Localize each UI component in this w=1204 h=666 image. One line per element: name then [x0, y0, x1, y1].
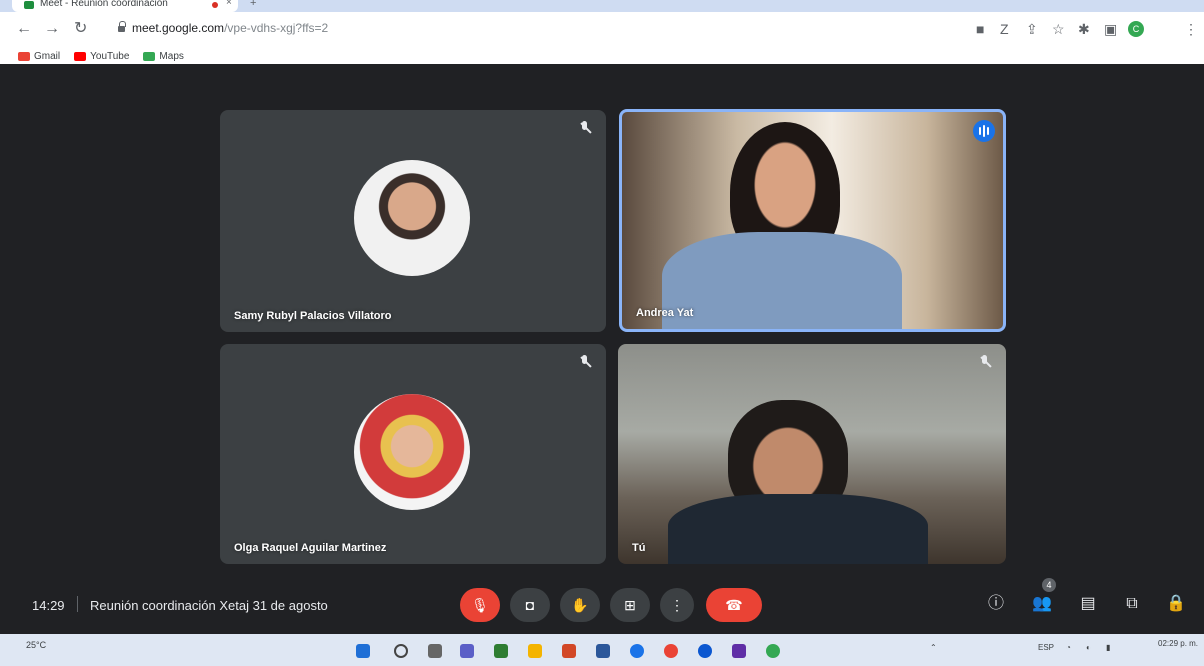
- translate-icon[interactable]: Z: [1000, 20, 1009, 38]
- extensions-icon[interactable]: ✱: [1078, 20, 1090, 38]
- video-feed-body: [662, 232, 902, 329]
- meet-control-bar: 14:29 Reunión coordinación Xetaj 31 de a…: [0, 576, 1204, 634]
- lock-icon: [118, 21, 126, 33]
- language-indicator[interactable]: ESP: [1038, 643, 1054, 652]
- chat-icon[interactable]: ▤: [1074, 590, 1102, 618]
- address-bar[interactable]: meet.google.com/vpe-vdhs-xgj?ffs=2: [108, 18, 968, 40]
- chrome-profile-icon[interactable]: [766, 644, 780, 658]
- tab-title: Meet - Reunión coordinación: [40, 0, 168, 9]
- camera-icon: ◘: [525, 597, 535, 613]
- mic-off-icon: [978, 354, 992, 370]
- participant-name: Samy Rubyl Palacios Villatoro: [234, 310, 392, 322]
- avatar: [354, 394, 470, 510]
- start-icon[interactable]: [356, 644, 370, 658]
- volume-icon[interactable]: ◐: [1086, 643, 1091, 652]
- camera-toggle-button[interactable]: ◘: [510, 588, 550, 622]
- info-icon[interactable]: ⓘ: [982, 590, 1010, 618]
- tray-chevron-icon[interactable]: ⌃: [930, 643, 937, 652]
- teams-icon[interactable]: [460, 644, 474, 658]
- people-icon[interactable]: 👥: [1028, 590, 1056, 618]
- participant-name: Tú: [632, 542, 646, 554]
- powerpoint-icon[interactable]: [562, 644, 576, 658]
- meeting-title: Reunión coordinación Xetaj 31 de agosto: [90, 598, 328, 613]
- url-text: meet.google.com/vpe-vdhs-xgj?ffs=2: [132, 21, 329, 35]
- participant-tile-active[interactable]: Andrea Yat: [619, 109, 1006, 332]
- host-controls-icon[interactable]: 🔒: [1162, 590, 1190, 618]
- participant-name: Olga Raquel Aguilar Martinez: [234, 542, 387, 554]
- system-clock[interactable]: 02:29 p. m.: [1158, 639, 1198, 649]
- speaking-indicator-icon: [973, 120, 995, 142]
- activities-icon[interactable]: ⧉: [1118, 590, 1146, 618]
- participant-tile[interactable]: Samy Rubyl Palacios Villatoro: [220, 110, 606, 332]
- edge-icon[interactable]: [630, 644, 644, 658]
- task-view-icon[interactable]: [428, 644, 442, 658]
- tab-close-button[interactable]: ×: [226, 0, 232, 8]
- bookmark-gmail[interactable]: Gmail: [18, 48, 60, 64]
- word-icon[interactable]: [596, 644, 610, 658]
- more-vert-icon: ⋮: [670, 597, 684, 613]
- raise-hand-button[interactable]: ✋: [560, 588, 600, 622]
- file-explorer-icon[interactable]: [528, 644, 542, 658]
- mic-off-icon: [578, 120, 592, 136]
- browser-toolbar: ← → ↻ meet.google.com/vpe-vdhs-xgj?ffs=2…: [0, 12, 1204, 64]
- avatar: [354, 160, 470, 276]
- hand-icon: ✋: [571, 597, 589, 613]
- participant-tile[interactable]: Olga Raquel Aguilar Martinez: [220, 344, 606, 564]
- gmail-icon: [18, 51, 30, 61]
- meet-favicon-icon: [24, 1, 34, 9]
- search-icon[interactable]: [394, 644, 408, 658]
- bookmark-star-icon[interactable]: ☆: [1052, 20, 1065, 38]
- os-taskbar: 25°C ⌃ ESP ◔ ◐ ▮ 02:29 p. m.: [0, 634, 1204, 666]
- side-panel-icon[interactable]: ▣: [1104, 20, 1117, 38]
- video-feed-body: [668, 494, 928, 564]
- hang-up-icon: ☎: [725, 597, 743, 613]
- recording-dot-icon: [212, 2, 218, 8]
- participant-name: Andrea Yat: [636, 307, 694, 319]
- present-screen-button[interactable]: ⊞: [610, 588, 650, 622]
- wifi-icon[interactable]: ◔: [1066, 643, 1071, 652]
- meet-stage: Samy Rubyl Palacios Villatoro Andrea Yat…: [0, 64, 1204, 634]
- reload-icon[interactable]: ↻: [74, 19, 87, 39]
- more-options-button[interactable]: ⋮: [660, 588, 694, 622]
- bookmark-maps[interactable]: Maps: [143, 48, 184, 64]
- back-arrow-icon[interactable]: ←: [16, 19, 32, 39]
- chrome-icon[interactable]: [664, 644, 678, 658]
- app-icon[interactable]: [732, 644, 746, 658]
- excel-icon[interactable]: [494, 644, 508, 658]
- participant-count-badge: 4: [1042, 578, 1056, 592]
- browser-app-icon[interactable]: [698, 644, 712, 658]
- forward-arrow-icon[interactable]: →: [44, 19, 60, 39]
- youtube-icon: [74, 51, 87, 61]
- mic-toggle-button[interactable]: 🎙: [460, 588, 500, 622]
- bookmark-youtube[interactable]: YouTube: [74, 48, 129, 64]
- mic-off-icon: 🎙: [471, 597, 489, 613]
- share-icon[interactable]: ⇪: [1026, 20, 1038, 38]
- present-icon: ⊞: [624, 597, 636, 613]
- new-tab-button[interactable]: +: [250, 0, 256, 9]
- self-view-tile[interactable]: Tú: [618, 344, 1006, 564]
- menu-dots-icon[interactable]: ⋮: [1184, 20, 1198, 38]
- weather-widget[interactable]: 25°C: [26, 640, 46, 650]
- divider: [77, 596, 78, 612]
- meeting-clock: 14:29: [32, 598, 65, 613]
- maps-icon: [143, 51, 156, 61]
- bookmarks-bar: Gmail YouTube Maps: [18, 48, 184, 64]
- browser-tab[interactable]: Meet - Reunión coordinación ×: [12, 0, 238, 12]
- tab-strip: Meet - Reunión coordinación × +: [0, 0, 1204, 12]
- leave-call-button[interactable]: ☎: [706, 588, 762, 622]
- profile-avatar[interactable]: C: [1128, 21, 1144, 37]
- mic-off-icon: [578, 354, 592, 370]
- camera-indicator-icon[interactable]: ■: [976, 20, 984, 38]
- battery-icon[interactable]: ▮: [1106, 643, 1110, 652]
